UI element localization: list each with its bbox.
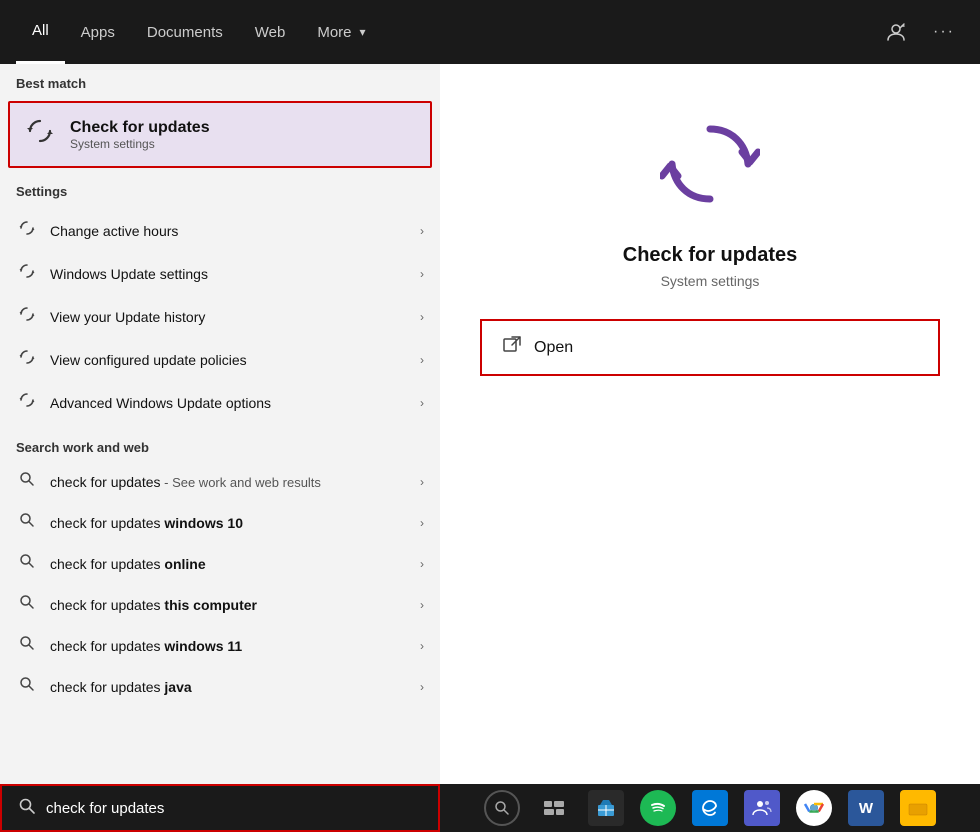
chevron-right-icon: › [420,310,424,324]
chevron-right-icon: › [420,680,424,694]
web-item-1[interactable]: check for updates windows 10 › [0,502,440,543]
web-item-normal-3: check for updates [50,597,164,613]
taskbar-search[interactable] [484,790,520,826]
taskbar-search-icon [494,800,510,816]
tab-more[interactable]: More ▾ [301,0,381,64]
search-icon-5 [16,676,38,697]
tab-all[interactable]: All [16,0,65,64]
refresh-icon-5 [16,391,38,414]
web-item-0[interactable]: check for updates - See work and web res… [0,461,440,502]
taskbar: W [440,784,980,832]
chevron-right-icon: › [420,475,424,489]
settings-list: Change active hours › Windows Update set… [0,205,440,428]
settings-label: Settings [0,172,440,205]
best-match-text: Check for updates System settings [70,119,210,151]
chevron-right-icon: › [420,598,424,612]
web-search-label: Search work and web [0,428,440,461]
top-nav: All Apps Documents Web More ▾ ··· [0,0,980,64]
search-input[interactable] [46,800,422,817]
chevron-right-icon: › [420,353,424,367]
open-label: Open [534,339,573,357]
right-subtitle: System settings [661,273,760,289]
ellipsis-icon: ··· [933,23,955,41]
web-item-suffix-0: - See work and web results [161,475,321,490]
search-icon-2 [16,553,38,574]
refresh-icon-2 [16,262,38,285]
taskbar-chrome[interactable] [796,790,832,826]
person-icon [886,22,906,42]
taskbar-store-icon [597,799,615,817]
right-panel: Check for updates System settings Open [440,64,980,784]
person-icon-button[interactable] [876,12,916,52]
tab-web[interactable]: Web [239,0,302,64]
chevron-right-icon: › [420,557,424,571]
tab-documents[interactable]: Documents [131,0,239,64]
taskbar-task-view[interactable] [536,790,572,826]
settings-item-update-policies[interactable]: View configured update policies › [0,338,440,381]
best-match-label: Best match [0,64,440,97]
taskbar-word-icon: W [859,800,873,817]
search-icon-3 [16,594,38,615]
taskbar-teams[interactable] [744,790,780,826]
open-icon [502,335,522,360]
search-bar-icon [18,797,36,820]
taskbar-edge[interactable] [692,790,728,826]
chevron-right-icon: › [420,224,424,238]
web-item-bold-1: windows 10 [164,515,243,531]
taskbar-teams-icon [752,799,772,817]
taskbar-chrome-icon [803,797,825,819]
taskbar-edge-icon [700,798,720,818]
best-match-item[interactable]: Check for updates System settings [8,101,432,168]
web-item-normal-4: check for updates [50,638,164,654]
settings-item-update-history[interactable]: View your Update history › [0,295,440,338]
chevron-right-icon: › [420,267,424,281]
search-bar[interactable] [0,784,440,832]
refresh-icon-4 [16,348,38,371]
right-update-icon-area [650,104,770,224]
search-icon-4 [16,635,38,656]
web-item-normal-1: check for updates [50,515,164,531]
update-icon [24,115,56,154]
web-item-3[interactable]: check for updates this computer › [0,584,440,625]
web-item-bold-4: windows 11 [164,638,242,654]
right-title: Check for updates [623,244,797,267]
left-panel: Best match Check for updates System sett… [0,64,440,784]
chevron-right-icon: › [420,396,424,410]
web-item-4[interactable]: check for updates windows 11 › [0,625,440,666]
chevron-right-icon: › [420,516,424,530]
taskbar-explorer-icon [908,800,928,816]
refresh-icon-3 [16,305,38,328]
taskbar-store[interactable] [588,790,624,826]
taskbar-task-icon [544,801,564,815]
web-item-bold-3: this computer [164,597,257,613]
main-content: Best match Check for updates System sett… [0,64,980,784]
open-button[interactable]: Open [480,319,940,376]
search-icon-0 [16,471,38,492]
taskbar-spotify[interactable] [640,790,676,826]
settings-item-advanced-options[interactable]: Advanced Windows Update options › [0,381,440,424]
update-icon-large [660,114,760,214]
chevron-right-icon: › [420,639,424,653]
tab-apps[interactable]: Apps [65,0,131,64]
web-item-text-normal-0: check for updates [50,474,161,490]
ellipsis-icon-button[interactable]: ··· [924,12,964,52]
web-item-normal-2: check for updates [50,556,164,572]
web-item-5[interactable]: check for updates java › [0,666,440,707]
settings-item-windows-update[interactable]: Windows Update settings › [0,252,440,295]
nav-right-icons: ··· [876,12,964,52]
web-item-normal-5: check for updates [50,679,164,695]
web-item-2[interactable]: check for updates online › [0,543,440,584]
refresh-icon-1 [16,219,38,242]
chevron-down-icon: ▾ [360,25,366,39]
taskbar-spotify-icon [649,799,667,817]
settings-item-change-active-hours[interactable]: Change active hours › [0,209,440,252]
taskbar-explorer[interactable] [900,790,936,826]
search-icon-1 [16,512,38,533]
web-item-bold-2: online [164,556,205,572]
web-item-bold-5: java [164,679,191,695]
taskbar-word[interactable]: W [848,790,884,826]
